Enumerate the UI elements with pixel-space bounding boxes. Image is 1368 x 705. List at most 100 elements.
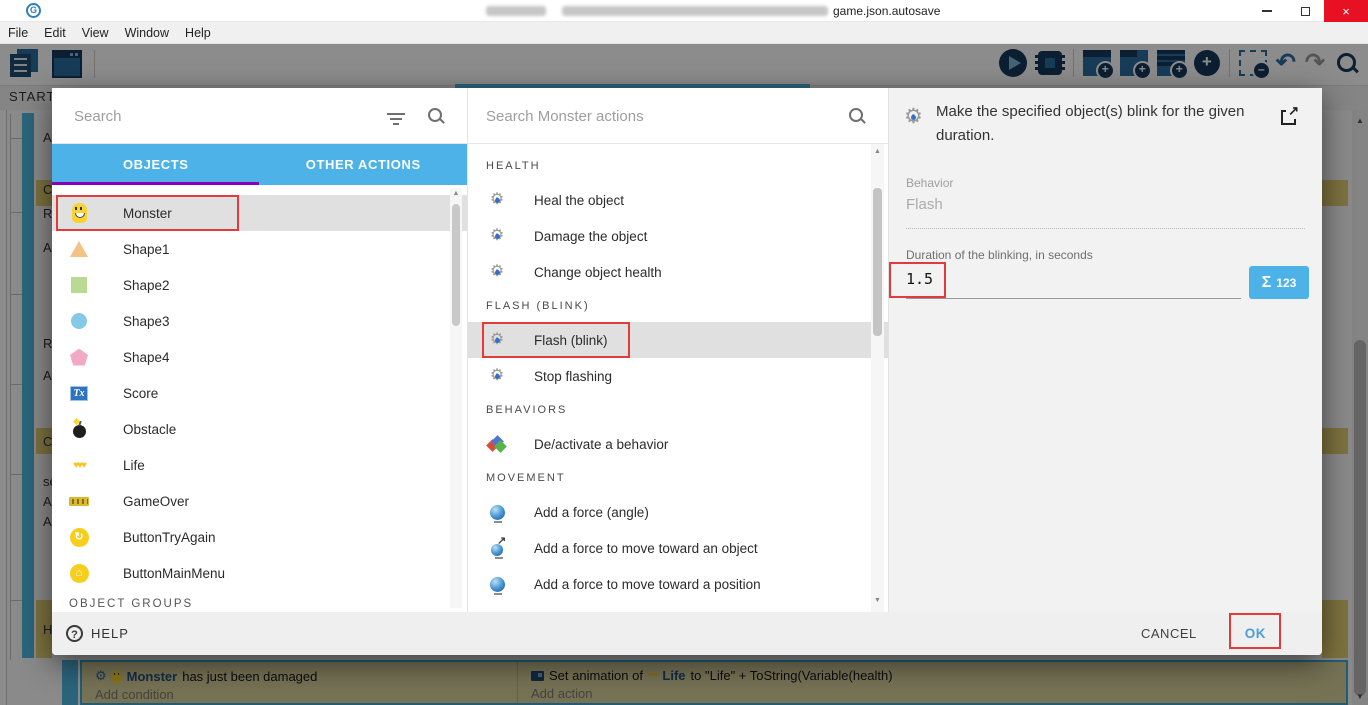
object-item-gameover[interactable]: GameOver: [52, 483, 467, 519]
action-item-stop-flashing[interactable]: ⚙ Stop flashing: [468, 358, 888, 394]
action-item-flash[interactable]: ⚙ Flash (blink): [468, 322, 888, 358]
section-header-health: HEALTH: [486, 160, 541, 172]
action-item-add-force-angle[interactable]: Add a force (angle): [468, 494, 888, 530]
object-item-buttonmainmenu[interactable]: ⌂ ButtonMainMenu: [52, 555, 467, 591]
action-list: HEALTH ⚙ Heal the object ⚙ Damage the ob…: [468, 144, 888, 612]
gear-icon: ⚙: [489, 227, 505, 244]
menu-bar: File Edit View Window Help: [0, 22, 1368, 44]
circle-icon: [71, 313, 87, 329]
open-in-new-icon[interactable]: ↗: [1281, 103, 1299, 125]
action-item-change-health[interactable]: ⚙ Change object health: [468, 254, 888, 290]
scroll-down-icon[interactable]: [871, 597, 884, 604]
force-toward-object-icon: [491, 534, 506, 559]
duration-input[interactable]: [906, 270, 1006, 288]
actions-panel: HEALTH ⚙ Heal the object ⚙ Damage the ob…: [467, 88, 888, 612]
scrollbar-thumb[interactable]: [873, 188, 882, 336]
help-icon: ?: [66, 625, 83, 642]
close-icon: ×: [1342, 3, 1350, 19]
menu-help[interactable]: Help: [185, 26, 211, 40]
force-icon: [489, 504, 505, 523]
object-item-obstacle[interactable]: Obstacle: [52, 411, 467, 447]
retry-button-icon: ↻: [69, 527, 89, 547]
search-icon: [427, 107, 445, 125]
section-header-movement: MOVEMENT: [486, 472, 566, 484]
object-item-buttontryagain[interactable]: ↻ ButtonTryAgain: [52, 519, 467, 555]
action-item-heal[interactable]: ⚙ Heal the object: [468, 182, 888, 218]
gear-icon: ⚙: [489, 191, 505, 208]
pentagon-icon: [70, 348, 88, 366]
action-item-deactivate-behavior[interactable]: De/activate a behavior: [468, 426, 888, 462]
help-button[interactable]: ? HELP: [66, 625, 129, 642]
action-item-force-toward-object[interactable]: Add a force to move toward an object: [468, 530, 888, 566]
section-header-flash: FLASH (BLINK): [486, 300, 590, 312]
square-icon: [71, 277, 87, 293]
field-divider: [906, 228, 1305, 229]
action-list-scrollbar[interactable]: [871, 144, 884, 612]
close-button[interactable]: ×: [1324, 0, 1368, 22]
tab-other-actions[interactable]: OTHER ACTIONS: [260, 144, 468, 185]
objects-panel: OBJECTS OTHER ACTIONS Monster Shape1 Sha…: [52, 88, 467, 612]
redacted-path-block: [486, 6, 546, 16]
open-arrow-glyph: ↗: [1286, 103, 1299, 119]
triangle-icon: [70, 241, 88, 257]
search-icon: [848, 107, 866, 125]
object-list: Monster Shape1 Shape2 Shape3 Shape4 Tx S…: [52, 185, 467, 611]
object-item-life[interactable]: ♥♥♥ Life: [52, 447, 467, 483]
home-button-icon: ⌂: [69, 563, 89, 583]
object-item-shape4[interactable]: Shape4: [52, 339, 467, 375]
force-icon: [489, 576, 505, 595]
menu-edit[interactable]: Edit: [44, 26, 66, 40]
scroll-up-icon[interactable]: [450, 190, 462, 197]
menu-file[interactable]: File: [8, 26, 28, 40]
section-header-behaviors: BEHAVIORS: [486, 404, 568, 416]
behavior-value: Flash: [906, 196, 943, 213]
redacted-path-block: [562, 6, 828, 16]
object-item-monster[interactable]: Monster: [52, 195, 467, 231]
object-item-shape1[interactable]: Shape1: [52, 231, 467, 267]
ok-button[interactable]: OK: [1245, 626, 1266, 641]
tab-objects[interactable]: OBJECTS: [52, 144, 260, 185]
dialog-footer: ? HELP CANCEL OK: [52, 612, 1322, 655]
menu-view[interactable]: View: [82, 26, 109, 40]
gameover-sprite-icon: [69, 496, 89, 506]
maximize-icon: [1300, 6, 1310, 16]
object-item-score[interactable]: Tx Score: [52, 375, 467, 411]
gear-icon: ⚙: [489, 331, 505, 348]
action-item-force-toward-position[interactable]: Add a force to move toward a position: [468, 566, 888, 602]
filter-icon[interactable]: [387, 113, 405, 125]
object-item-shape2[interactable]: Shape2: [52, 267, 467, 303]
cancel-button[interactable]: CANCEL: [1141, 626, 1197, 641]
title-bar: G game.json.autosave ×: [0, 0, 1368, 22]
action-editor-dialog: OBJECTS OTHER ACTIONS Monster Shape1 Sha…: [52, 88, 1322, 655]
window-controls: ×: [1248, 0, 1368, 22]
object-item-shape3[interactable]: Shape3: [52, 303, 467, 339]
ok-button-wrap: OK: [1228, 612, 1281, 651]
active-tab-underline: [52, 182, 259, 185]
sigma-icon: Σ: [1261, 273, 1272, 291]
action-search-row: [468, 88, 888, 144]
monster-icon: [71, 203, 87, 223]
expression-editor-button[interactable]: Σ 123: [1249, 266, 1309, 299]
scroll-up-icon[interactable]: [871, 148, 884, 155]
behavior-label: Behavior: [906, 176, 954, 190]
menu-window[interactable]: Window: [125, 26, 169, 40]
gear-icon: ⚙: [489, 263, 505, 280]
minimize-icon: [1262, 10, 1272, 12]
object-list-scrollbar[interactable]: [450, 188, 462, 608]
object-tabs: OBJECTS OTHER ACTIONS: [52, 144, 467, 185]
window-title: game.json.autosave: [833, 4, 941, 18]
action-search-input[interactable]: [486, 102, 776, 130]
action-item-damage[interactable]: ⚙ Damage the object: [468, 218, 888, 254]
scrollbar-thumb[interactable]: [452, 204, 460, 326]
object-groups-header: OBJECT GROUPS: [69, 598, 194, 610]
hearts-icon: ♥♥♥: [73, 459, 87, 471]
gdevelop-window: G game.json.autosave × File Edit View Wi…: [0, 0, 1368, 705]
maximize-button[interactable]: [1286, 0, 1324, 22]
behavior-icon: [486, 435, 507, 453]
action-description: Make the specified object(s) blink for t…: [936, 103, 1245, 144]
minimize-button[interactable]: [1248, 0, 1286, 22]
object-search-row: [52, 88, 467, 144]
object-search-input[interactable]: [74, 102, 364, 130]
parameters-panel: ⚙ Make the specified object(s) blink for…: [888, 88, 1322, 612]
action-item-partial[interactable]: [468, 602, 888, 612]
